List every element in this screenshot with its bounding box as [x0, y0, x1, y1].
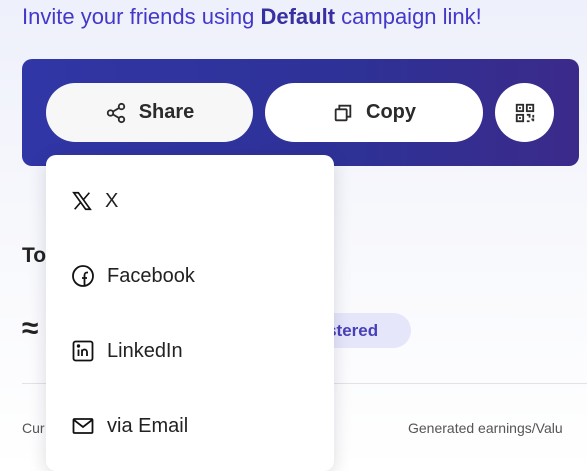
campaign-name: Default: [260, 4, 336, 29]
share-menu-item-linkedin[interactable]: LinkedIn: [46, 329, 334, 373]
share-menu-item-label: LinkedIn: [107, 339, 183, 362]
linkedin-icon: [72, 340, 94, 362]
email-icon: [72, 418, 94, 434]
copy-icon: [334, 104, 352, 121]
qr-code-button[interactable]: [495, 83, 554, 142]
invite-headline: Invite your friends using Default campai…: [22, 4, 482, 30]
copy-button-label: Copy: [366, 101, 416, 123]
qr-code-icon: [515, 103, 534, 122]
share-button-label: Share: [138, 101, 195, 123]
share-icon: [106, 102, 125, 123]
approx-symbol: ≈: [22, 312, 39, 345]
share-menu-item-facebook[interactable]: Facebook: [46, 254, 334, 298]
copy-button[interactable]: Copy: [265, 83, 483, 142]
column-header-earnings: Generated earnings/Valu: [408, 420, 563, 436]
section-title: To: [22, 244, 47, 267]
share-menu-item-label: X: [105, 189, 119, 212]
facebook-icon: [72, 265, 94, 287]
headline-prefix: Invite your friends using: [22, 4, 261, 29]
column-header-left: Cur: [22, 420, 45, 436]
share-menu-item-email[interactable]: via Email: [46, 404, 334, 448]
x-logo-icon: [72, 191, 92, 211]
share-menu-item-x[interactable]: X: [46, 179, 334, 223]
share-panel: Share Copy: [22, 59, 579, 166]
headline-suffix: campaign link!: [335, 4, 482, 29]
share-menu-item-label: Facebook: [107, 264, 195, 287]
share-button[interactable]: Share: [46, 83, 253, 142]
share-menu: X Facebook LinkedIn via Email: [46, 155, 334, 471]
share-menu-item-label: via Email: [107, 414, 189, 437]
